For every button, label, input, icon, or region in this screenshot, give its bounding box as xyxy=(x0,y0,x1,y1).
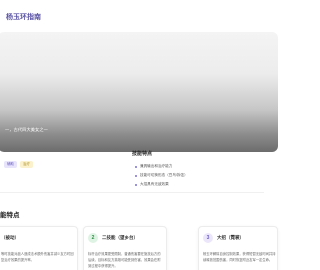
skill-number-badge: 3 xyxy=(203,233,213,243)
features-title: 技能特点 xyxy=(132,151,153,157)
skills-section-title: 能特点 xyxy=(0,212,20,219)
skill-card-passive[interactable]: （被动） 等时技能对敌人造成法术额外伤害并减少友方时回复治疗效果的提升率。 xyxy=(0,226,78,270)
divider xyxy=(0,192,264,193)
page-title: 杨玉环指南 xyxy=(6,14,41,21)
skill-name: 大招（霓裳） xyxy=(217,235,244,240)
hero-caption: 一，古代四大美女之一 xyxy=(5,127,48,132)
tag-heal: 治疗 xyxy=(20,161,33,168)
features-list: 兼具输出和治疗能力 技能可切换形态（豆鸟/拆弦） 大招具有无敌效果 xyxy=(135,162,264,189)
skill-description: 标杆治疗效果更受限制，普通伤害要在施放后方的后续，目标和友方英雄可能受到伤害，效… xyxy=(88,252,161,268)
skill-number-badge: 2 xyxy=(88,233,98,243)
feature-item: 兼具输出和治疗能力 xyxy=(135,162,264,171)
skill-card-3[interactable]: 3 大招（霓裳） 杨玉环解除自身控制效果，获得短暂无敌时间并持续释放范围伤害，同… xyxy=(198,226,278,270)
tag-support: 辅助 xyxy=(4,161,17,168)
skill-name: 二技能（望乡台） xyxy=(102,235,138,240)
skill-card-2[interactable]: 2 二技能（望乡台） 标杆治疗效果更受限制，普通伤害要在施放后方的后续，目标和友… xyxy=(83,226,167,270)
skill-description: 杨玉环解除自身控制效果，获得短暂无敌时间并持续释放范围伤害，同时恢复附近友军一定… xyxy=(203,252,276,262)
skill-description: 等时技能对敌人造成法术额外伤害并减少友方时回复治疗效果的提升率。 xyxy=(1,252,74,262)
feature-item: 大招具有无敌效果 xyxy=(135,180,264,189)
hero-image xyxy=(0,32,278,152)
feature-item: 技能可切换形态（豆鸟/拆弦） xyxy=(135,171,264,180)
skill-name: （被动） xyxy=(1,235,19,240)
